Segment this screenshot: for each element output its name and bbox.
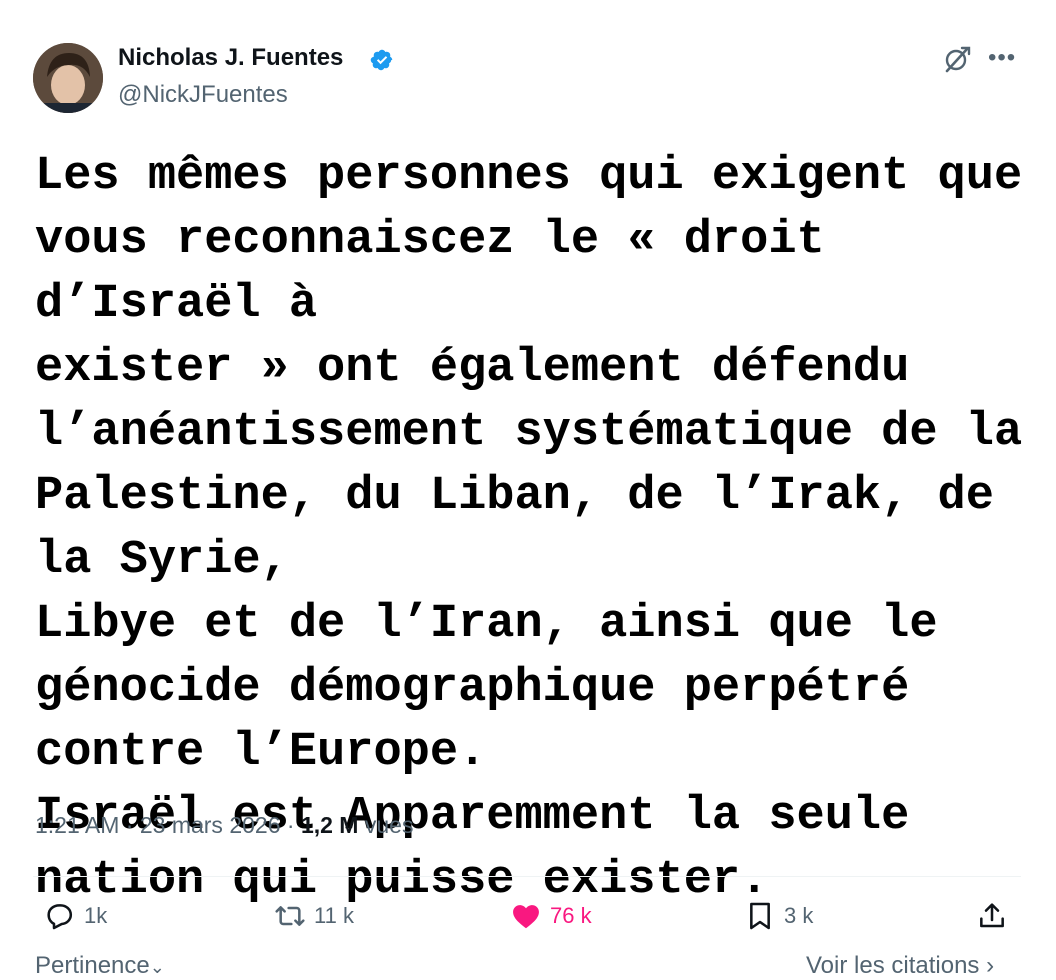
meta-separator: · (125, 812, 134, 838)
views-label: vues (364, 812, 414, 838)
reply-button[interactable]: 1k (44, 898, 107, 934)
heart-icon (513, 905, 539, 929)
author-name[interactable]: Nicholas J. Fuentes (118, 44, 343, 72)
divider (33, 876, 1021, 877)
grok-icon[interactable] (942, 44, 972, 74)
view-quotes-label: Voir les citations (806, 952, 980, 979)
repost-button[interactable]: 11 k (274, 898, 354, 934)
more-options-icon[interactable]: ••• (988, 46, 1016, 70)
share-icon (980, 903, 1004, 928)
author-handle[interactable]: @NickJFuentes (118, 81, 288, 109)
meta-separator: · (286, 812, 295, 838)
repost-count: 11 k (314, 903, 354, 928)
like-count: 76 k (550, 903, 592, 928)
verified-badge-icon (370, 49, 393, 71)
tweet-text: Les mêmes personnes qui exigent que vous… (35, 150, 1023, 907)
chevron-down-icon: ⌄ (149, 957, 165, 977)
sort-label: Pertinence (35, 952, 150, 979)
reply-count: 1k (84, 903, 108, 928)
repost-icon (275, 906, 305, 926)
bookmark-button[interactable]: 3 k (744, 898, 813, 934)
tweet-meta: 1:21 AM · 23 mars 2026 · 1,2 M vues (35, 812, 413, 839)
reply-icon (47, 904, 73, 930)
tweet-time[interactable]: 1:21 AM (35, 812, 119, 838)
chevron-right-icon: › (979, 952, 995, 979)
avatar[interactable] (33, 43, 103, 113)
avatar-photo-icon (33, 43, 103, 113)
bookmark-icon (750, 902, 770, 930)
share-button[interactable] (976, 898, 1008, 934)
tweet-date[interactable]: 23 mars 2026 (140, 812, 281, 838)
like-button[interactable]: 76 k (510, 898, 592, 934)
views-count: 1,2 M (300, 812, 359, 838)
bookmark-count: 3 k (784, 903, 814, 928)
